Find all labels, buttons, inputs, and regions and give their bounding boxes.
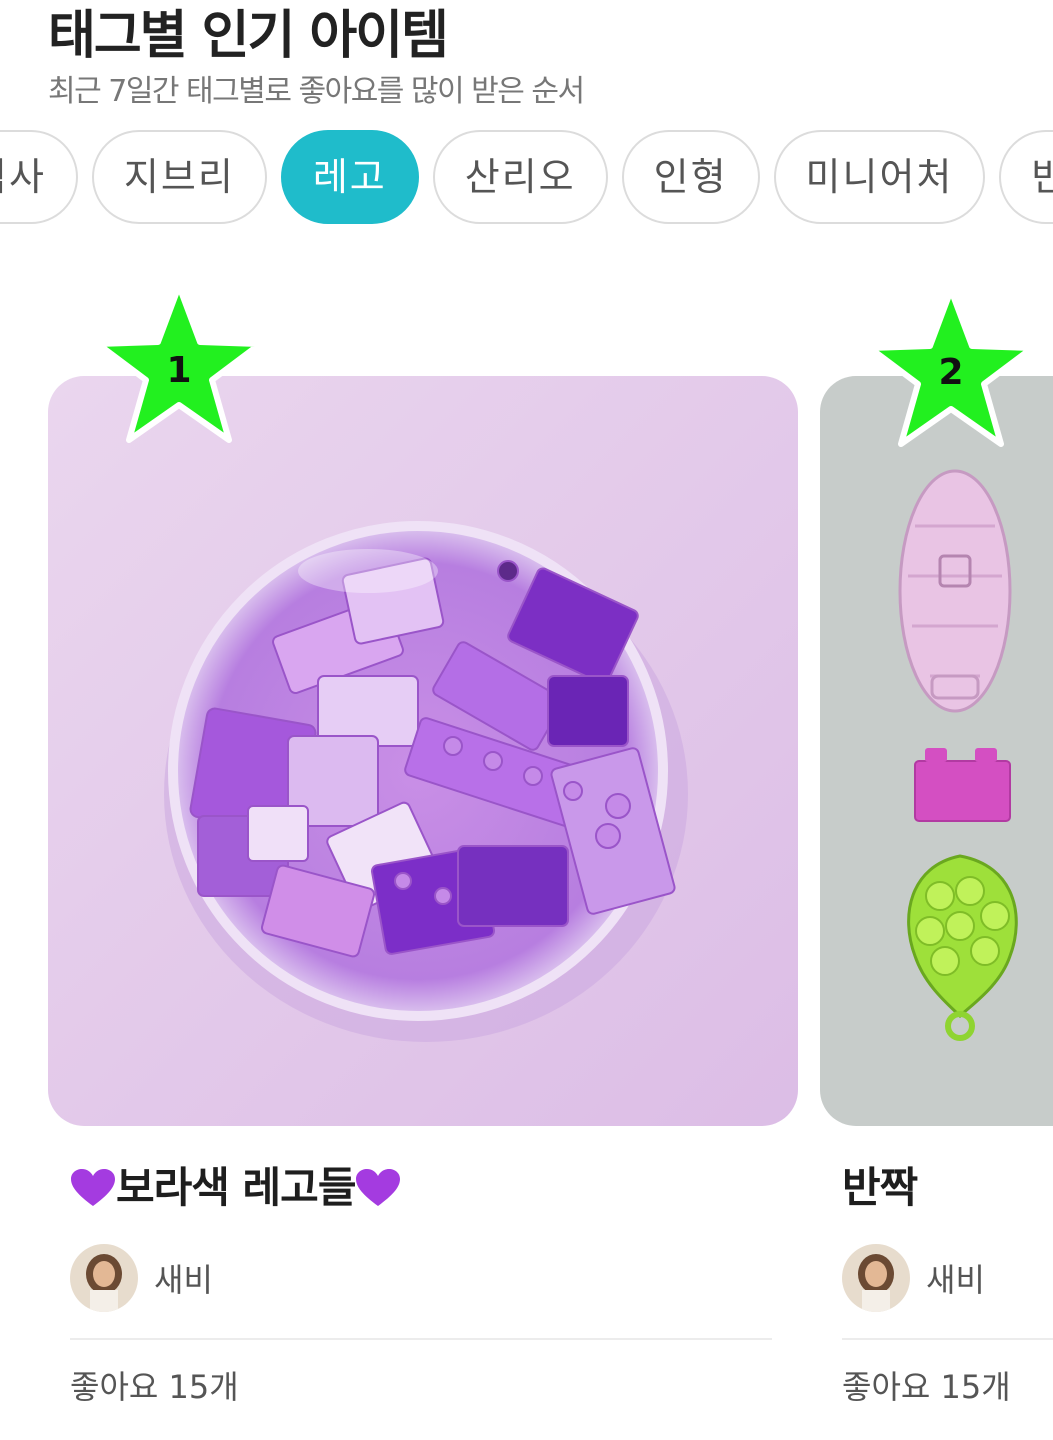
acrylic-charms-photo: [820, 376, 1053, 1126]
item-image-lego[interactable]: [48, 376, 798, 1126]
author-info[interactable]: 새비: [842, 1244, 1053, 1312]
purple-heart-icon: [71, 1169, 115, 1206]
tab-sanrio[interactable]: 산리오: [432, 130, 608, 224]
page-subtitle: 최근 7일간 태그별로 좋아요를 많이 받은 순서: [48, 74, 585, 109]
author-info[interactable]: 새비: [70, 1244, 798, 1312]
tab-miniature[interactable]: 미니어처: [773, 130, 986, 224]
item-title[interactable]: 보라색 레고들: [70, 1162, 798, 1214]
item-card-2[interactable]: 반짝 새비 좋아요 15개: [820, 376, 1053, 1408]
tab-pixar[interactable]: 픽사: [0, 130, 78, 224]
author-name: 새비: [926, 1261, 985, 1299]
rank-number: 1: [166, 350, 191, 391]
rank-star-icon: 1: [95, 283, 263, 443]
divider: [842, 1338, 1053, 1340]
item-title[interactable]: 반짝: [842, 1162, 1053, 1214]
rank-star-icon: 2: [867, 287, 1035, 447]
purple-lego-photo: [48, 376, 798, 1126]
rank-number: 2: [938, 352, 963, 393]
avatar[interactable]: [70, 1244, 138, 1312]
purple-heart-icon: [356, 1169, 401, 1206]
author-name: 새비: [154, 1261, 213, 1299]
tab-partial[interactable]: 반: [999, 130, 1053, 224]
tab-doll[interactable]: 인형: [621, 130, 760, 224]
tab-ghibli[interactable]: 지브리: [91, 130, 267, 224]
item-image-sparkle[interactable]: [820, 376, 1053, 1126]
item-title-text: 보라색 레고들: [116, 1163, 356, 1212]
header: 태그별 인기 아이템 최근 7일간 태그별로 좋아요를 많이 받은 순서: [48, 0, 585, 110]
tab-lego[interactable]: 레고: [280, 130, 419, 224]
like-count: 좋아요 15개: [70, 1368, 239, 1406]
popular-items-page: 태그별 인기 아이템 최근 7일간 태그별로 좋아요를 많이 받은 순서 픽사 …: [0, 0, 1053, 1440]
divider: [70, 1338, 772, 1340]
tag-tabs: 픽사 지브리 레고 산리오 인형 미니어처 반: [0, 130, 1053, 224]
page-title: 태그별 인기 아이템: [48, 6, 449, 66]
avatar[interactable]: [842, 1244, 910, 1312]
item-card-1[interactable]: 보라색 레고들 새비 좋아요 15개: [48, 376, 798, 1408]
like-count: 좋아요 15개: [842, 1368, 1011, 1406]
